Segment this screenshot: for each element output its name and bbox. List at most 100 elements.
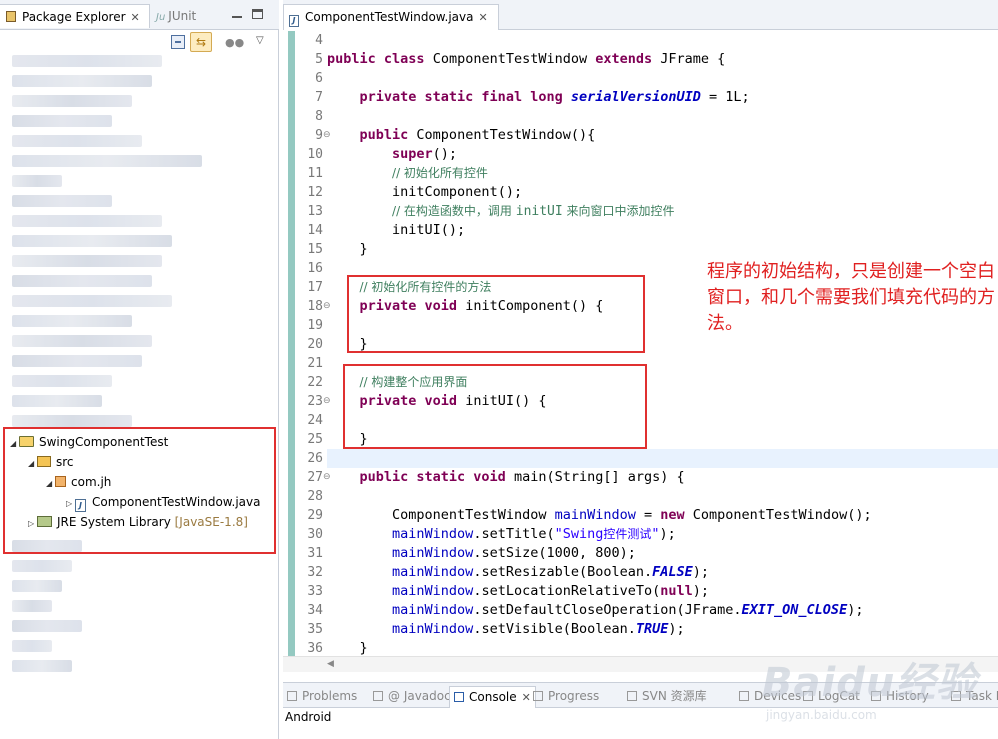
code-line[interactable]: mainWindow.setDefaultCloseOperation(JFra… — [327, 601, 863, 620]
code-line[interactable]: // 初始化所有控件 — [327, 164, 488, 183]
blurred-row — [12, 255, 162, 267]
code-line[interactable]: } — [327, 240, 368, 259]
tab-junit[interactable]: Ju JUnit — [152, 4, 196, 28]
line-number: 14 — [307, 223, 323, 238]
blurred-row — [12, 580, 62, 592]
line-number: 6 — [315, 71, 323, 86]
bottom-tab-label: SVN 资源库 — [642, 689, 707, 703]
current-line-highlight[interactable] — [327, 449, 998, 468]
highlight-box-init-ui — [343, 364, 647, 449]
blurred-row — [12, 660, 72, 672]
line-number: 4 — [315, 33, 323, 48]
tab-icon — [373, 691, 383, 701]
blurred-row — [12, 640, 52, 652]
code-line[interactable]: private static final long serialVersionU… — [327, 88, 750, 107]
blurred-row — [12, 175, 62, 187]
tab-junit-label: JUnit — [168, 9, 197, 23]
collapse-all-icon[interactable] — [171, 35, 185, 49]
bottom-tab[interactable]: Progress — [533, 686, 599, 706]
line-number: 18 — [307, 299, 323, 314]
tab-component-test-window-label: ComponentTestWindow.java — [305, 10, 474, 24]
code-line[interactable]: // 在构造函数中，调用 initUI 来向窗口中添加控件 — [327, 202, 675, 221]
code-line[interactable]: mainWindow.setTitle("Swing控件测试"); — [327, 525, 676, 544]
code-line[interactable]: mainWindow.setSize(1000, 800); — [327, 544, 636, 563]
bottom-tab-label: Console — [469, 690, 517, 704]
blurred-row — [12, 600, 52, 612]
line-number: 22 — [307, 375, 323, 390]
blurred-row — [12, 115, 112, 127]
line-number: 12 — [307, 185, 323, 200]
code-line[interactable]: super(); — [327, 145, 457, 164]
tab-component-test-window[interactable]: J ComponentTestWindow.java ✕ — [283, 4, 499, 30]
code-line[interactable]: initUI(); — [327, 221, 465, 240]
line-number: 27 — [307, 470, 323, 485]
line-number: 5 — [315, 52, 323, 67]
code-line[interactable]: initComponent(); — [327, 183, 522, 202]
annotation-text: 程序的初始结构，只是创建一个空白窗口，和几个需要我们填充代码的方法。 — [707, 261, 995, 334]
blurred-row — [12, 235, 172, 247]
line-number: 34 — [307, 603, 323, 618]
junit-icon: Ju — [156, 12, 166, 23]
blurred-row — [12, 415, 132, 427]
line-number: 30 — [307, 527, 323, 542]
tab-icon — [533, 691, 543, 701]
baidu-watermark: Baidu经验 jingyan.baidu.com — [752, 640, 992, 730]
blurred-row — [12, 155, 202, 167]
bottom-tab[interactable]: Problems — [287, 686, 357, 706]
line-number: 23 — [307, 394, 323, 409]
change-ruler — [288, 31, 295, 656]
line-number: 17 — [307, 280, 323, 295]
line-number: 10 — [307, 147, 323, 162]
link-with-editor-icon[interactable]: ⇆ — [190, 32, 212, 52]
code-editor[interactable]: 4 5 6 7 8 9 ⊖ 10 11 12 13 14 15 16 17 18 ⊖ 19 20 21 22 23 ⊖ 24 2… — [283, 31, 998, 661]
line-number: 19 — [307, 318, 323, 333]
bottom-tab[interactable]: @ Javadoc — [373, 686, 451, 706]
line-number: 28 — [307, 489, 323, 504]
code-line[interactable]: mainWindow.setLocationRelativeTo(null); — [327, 582, 709, 601]
line-number: 25 — [307, 432, 323, 447]
scroll-left-icon[interactable]: ◀ — [327, 659, 334, 669]
line-number: 15 — [307, 242, 323, 257]
close-icon[interactable]: ✕ — [522, 688, 531, 708]
tab-icon — [454, 692, 464, 702]
line-number: 8 — [315, 109, 323, 124]
filter-icon[interactable]: ●● — [225, 36, 244, 49]
tab-icon — [287, 691, 297, 701]
package-explorer-panel: Package Explorer ✕ Ju JUnit ⇆ ●● ▽ ◢ SwingC… — [0, 0, 279, 739]
tab-package-explorer[interactable]: Package Explorer ✕ — [0, 4, 150, 28]
close-icon[interactable]: ✕ — [478, 6, 487, 30]
code-line[interactable]: public static void main(String[] args) { — [327, 468, 685, 487]
tab-icon — [739, 691, 749, 701]
blurred-row — [12, 355, 142, 367]
console-label: Android — [285, 710, 332, 724]
view-menu-icon[interactable]: ▽ — [256, 35, 264, 46]
blurred-row — [12, 75, 152, 87]
close-icon[interactable]: ✕ — [131, 6, 140, 30]
code-area[interactable]: public class ComponentTestWindow extends… — [327, 31, 998, 661]
line-number: 7 — [315, 90, 323, 105]
line-number: 20 — [307, 337, 323, 352]
blurred-row — [12, 135, 142, 147]
line-number: 24 — [307, 413, 323, 428]
maximize-icon[interactable] — [252, 9, 263, 19]
code-line[interactable]: mainWindow.setVisible(Boolean.TRUE); — [327, 620, 685, 639]
bottom-tab[interactable]: Console ✕ — [449, 686, 536, 709]
blurred-row — [12, 95, 132, 107]
code-line[interactable]: public ComponentTestWindow(){ — [327, 126, 596, 145]
tab-icon — [627, 691, 637, 701]
left-toolbar: ⇆ ●● ▽ — [0, 31, 279, 53]
line-number: 33 — [307, 584, 323, 599]
code-line[interactable]: public class ComponentTestWindow extends… — [327, 50, 725, 69]
line-number: 11 — [307, 166, 323, 181]
blurred-row — [12, 275, 152, 287]
line-number: 16 — [307, 261, 323, 276]
code-line[interactable]: ComponentTestWindow mainWindow = new Com… — [327, 506, 872, 525]
minimize-icon[interactable] — [232, 8, 242, 18]
java-file-icon: J — [289, 15, 299, 27]
code-line[interactable]: mainWindow.setResizable(Boolean.FALSE); — [327, 563, 709, 582]
highlight-box-tree — [3, 427, 276, 554]
editor-tab-bar: J ComponentTestWindow.java ✕ — [283, 0, 998, 30]
bottom-tab[interactable]: SVN 资源库 — [627, 686, 707, 706]
blurred-row — [12, 335, 152, 347]
line-number-gutter: 4 5 6 7 8 9 ⊖ 10 11 12 13 14 15 16 17 18 ⊖ 19 20 21 22 23 ⊖ 24 2… — [295, 31, 330, 661]
